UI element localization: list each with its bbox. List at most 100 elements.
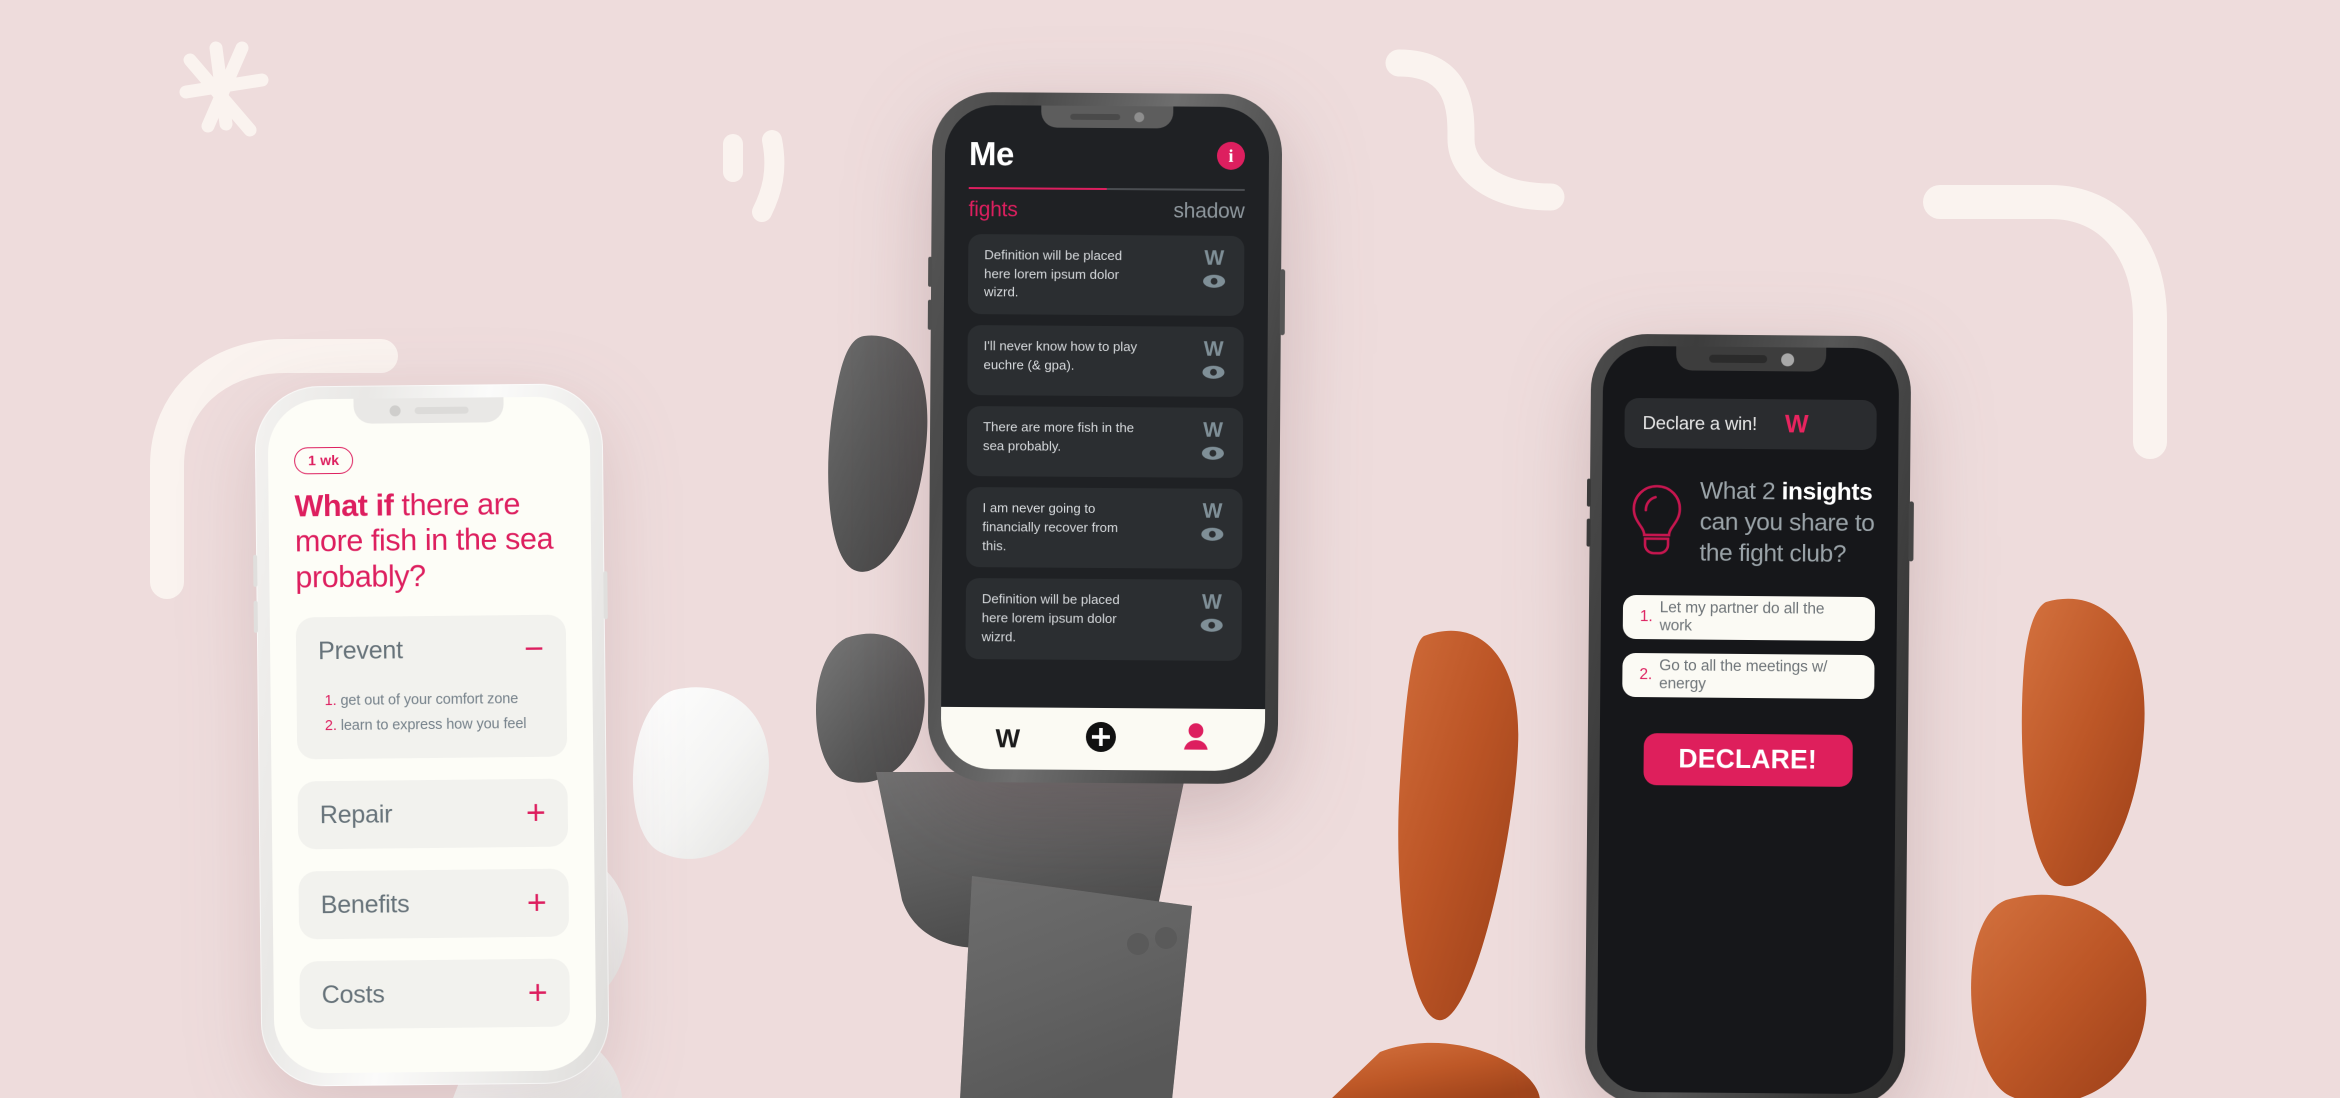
quote-strokes-icon <box>720 130 810 240</box>
accordion-title: Repair <box>319 800 393 829</box>
front-camera-icon <box>389 405 401 417</box>
accordion-title: Costs <box>321 980 385 1009</box>
person-icon[interactable] <box>1182 722 1210 757</box>
list-item[interactable]: I am never going to financially recover … <box>966 487 1243 570</box>
front-camera-icon <box>1780 352 1794 366</box>
item-number: 2. <box>1639 665 1653 683</box>
accordion-header[interactable]: Repair + <box>297 779 568 850</box>
bottom-tab-bar: W <box>940 706 1266 772</box>
item-text: Go to all the meetings w/ energy <box>1658 656 1828 693</box>
list-item[interactable]: 1. Let my partner do all the work <box>1622 594 1876 641</box>
tab-fights[interactable]: fights <box>968 187 1107 224</box>
w-icon[interactable]: W <box>1202 591 1222 614</box>
list-item[interactable]: 2. Go to all the meetings w/ energy <box>1622 652 1875 699</box>
accordion-header[interactable]: Costs + <box>299 959 570 1030</box>
item-number: 1. <box>324 693 337 710</box>
power-button[interactable] <box>1908 501 1914 562</box>
w-icon[interactable]: W <box>1202 500 1222 523</box>
minus-icon[interactable]: − <box>524 630 544 668</box>
accordion-benefits[interactable]: Benefits + <box>298 868 570 940</box>
page-title: What if there are more fish in the sea p… <box>294 487 565 596</box>
list-item[interactable]: There are more fish in the sea probably.… <box>966 406 1244 479</box>
item-text: learn to express how you feel <box>340 716 527 735</box>
volume-up-button[interactable] <box>1586 478 1592 507</box>
duration-chip[interactable]: 1 wk <box>293 446 354 475</box>
w-icon[interactable]: W <box>1785 410 1809 438</box>
item-text: get out of your comfort zone <box>340 691 519 710</box>
eye-icon[interactable] <box>1201 365 1225 385</box>
card-text: Definition will be placed here lorem ips… <box>983 247 1123 300</box>
center-phone: Me i fights shadow Definition will be pl… <box>927 91 1286 785</box>
scene: 1 wk What if there are more fish in the … <box>0 0 2340 1098</box>
accordion-body: 1. get out of your comfort zone 2. learn… <box>296 683 567 760</box>
declare-button[interactable]: DECLARE! <box>1642 732 1853 787</box>
info-icon[interactable]: i <box>1216 141 1246 170</box>
front-camera-icon <box>1134 112 1145 123</box>
card-text: I am never going to financially recover … <box>982 500 1119 553</box>
accordion-header[interactable]: Prevent − <box>296 615 567 686</box>
card-text: I'll never know how to play euchre (& gp… <box>983 338 1138 373</box>
plus-icon[interactable]: + <box>528 974 548 1012</box>
list-item[interactable]: I'll never know how to play euchre (& gp… <box>967 325 1244 398</box>
arc-icon <box>1920 180 2180 470</box>
card-text: There are more fish in the sea probably. <box>982 419 1135 454</box>
declare-win-label: Declare a win! <box>1642 412 1758 435</box>
volume-up-button[interactable] <box>253 554 258 587</box>
accordion-title: Prevent <box>317 635 404 665</box>
accordion-repair[interactable]: Repair + <box>297 778 569 850</box>
list-item: 2. learn to express how you feel <box>325 712 545 739</box>
insight-question: What 2 insights can you share to the fig… <box>1699 477 1876 571</box>
w-icon[interactable]: W <box>1204 247 1224 270</box>
earpiece-speaker <box>414 406 469 415</box>
wins-tab-icon[interactable]: W <box>995 723 1019 754</box>
tab-shadow[interactable]: shadow <box>1106 188 1245 224</box>
center-phone-screen: Me i fights shadow Definition will be pl… <box>940 104 1270 772</box>
earpiece-speaker <box>1708 354 1767 364</box>
plus-icon[interactable]: + <box>526 794 546 832</box>
notch <box>1676 346 1827 372</box>
q-bold: insights <box>1781 478 1873 507</box>
starburst-icon <box>170 30 280 140</box>
card-text: Definition will be placed here lorem ips… <box>981 591 1120 645</box>
eye-icon[interactable] <box>1200 618 1224 638</box>
lightbulb-icon <box>1627 482 1686 564</box>
volume-up-button[interactable] <box>928 256 933 287</box>
eye-icon[interactable] <box>1201 446 1225 466</box>
volume-down-button[interactable] <box>1586 518 1591 547</box>
declare-win-field[interactable]: Declare a win! W <box>1624 397 1877 451</box>
fights-list[interactable]: Definition will be placed here lorem ips… <box>941 222 1268 709</box>
eye-icon[interactable] <box>1200 527 1224 547</box>
w-icon[interactable]: W <box>1203 419 1223 442</box>
list-item[interactable]: Definition will be placed here lorem ips… <box>965 578 1243 661</box>
volume-down-button[interactable] <box>253 600 258 633</box>
item-number: 1. <box>1639 607 1653 625</box>
list-item[interactable]: Definition will be placed here lorem ips… <box>967 234 1245 317</box>
notch <box>1041 105 1174 129</box>
question-bold: What if <box>294 488 394 524</box>
power-button[interactable] <box>1279 269 1286 336</box>
accordion-title: Benefits <box>320 889 410 919</box>
item-text: Let my partner do all the work <box>1659 598 1825 635</box>
tab-bar: fights shadow <box>968 187 1245 224</box>
page-title: Me <box>968 135 1014 173</box>
right-phone: Declare a win! W What 2 insights can you… <box>1584 333 1914 1098</box>
volume-down-button[interactable] <box>927 299 932 330</box>
w-icon[interactable]: W <box>1204 338 1224 361</box>
plus-icon[interactable]: + <box>527 884 547 922</box>
q-post: can you share to the fight club? <box>1699 508 1875 568</box>
left-phone-screen: 1 wk What if there are more fish in the … <box>267 396 597 1074</box>
right-phone-screen: Declare a win! W What 2 insights can you… <box>1596 345 1900 1095</box>
accordion-header[interactable]: Benefits + <box>298 869 569 940</box>
accordion-costs[interactable]: Costs + <box>299 958 571 1030</box>
left-phone: 1 wk What if there are more fish in the … <box>253 383 610 1087</box>
item-number: 2. <box>324 718 337 735</box>
notch <box>353 397 504 424</box>
accordion-prevent[interactable]: Prevent − 1. get out of your comfort zon… <box>295 614 568 760</box>
white-hand <box>453 380 900 1098</box>
plus-circle-icon[interactable] <box>1085 720 1117 757</box>
s-curve-icon <box>1385 45 1575 225</box>
power-button[interactable] <box>603 571 608 620</box>
orange-hand-right <box>1940 560 2260 1098</box>
q-pre: What 2 <box>1699 477 1782 506</box>
eye-icon[interactable] <box>1202 274 1226 294</box>
